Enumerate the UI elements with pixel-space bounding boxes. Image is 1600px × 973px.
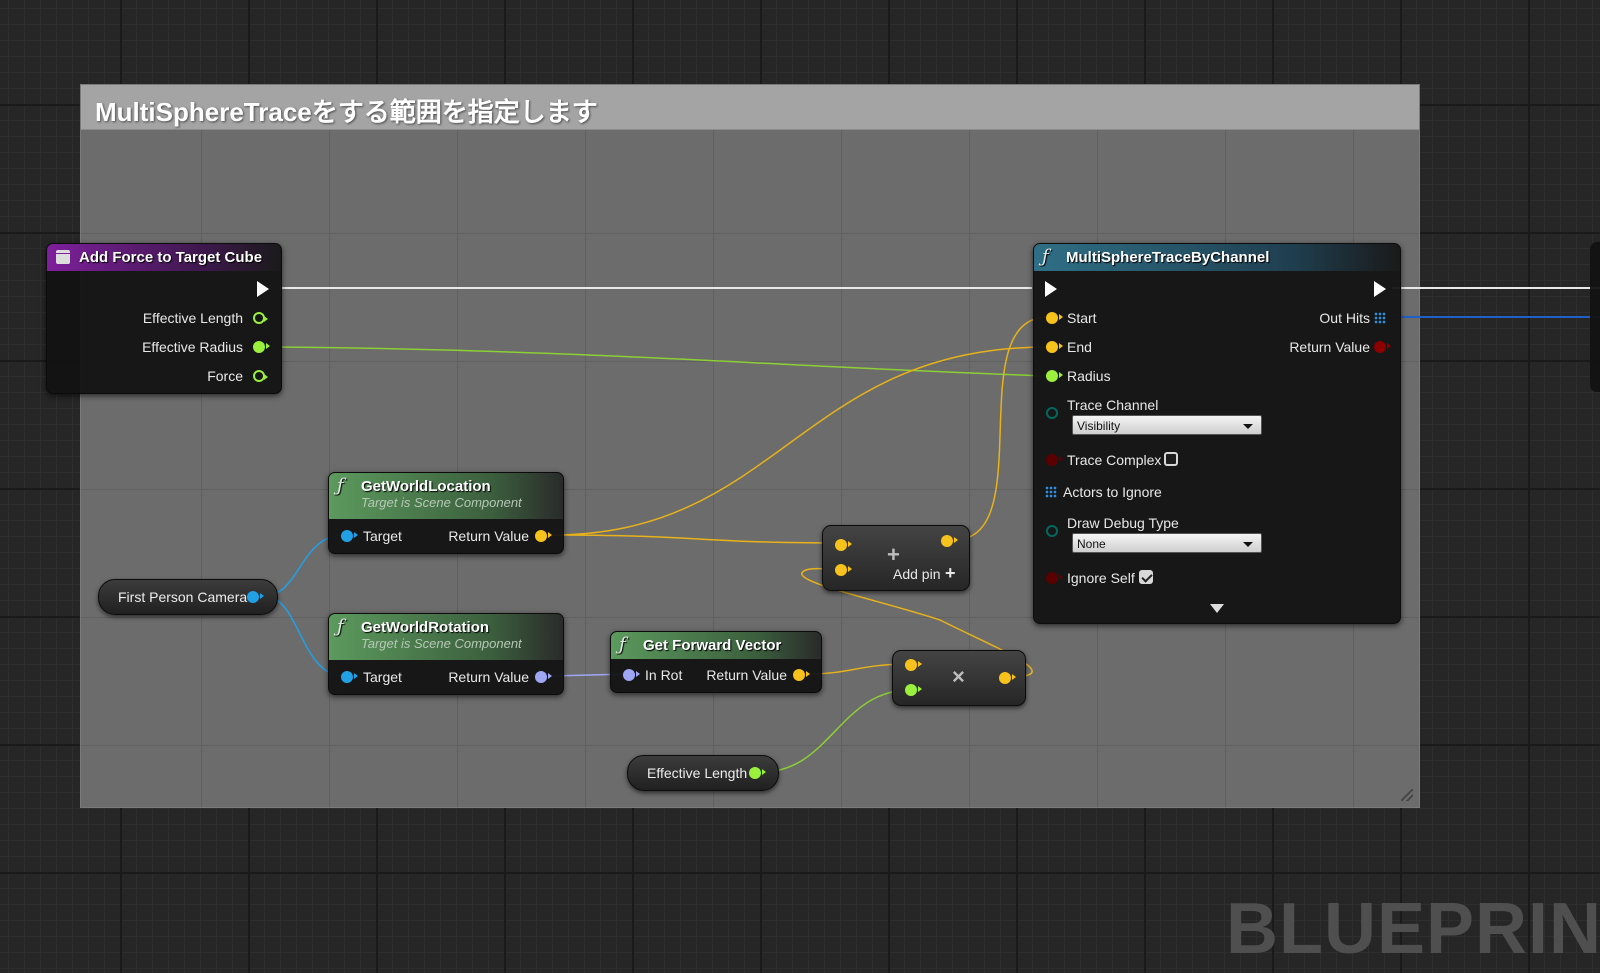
location-return-pin[interactable] xyxy=(535,530,552,542)
get-world-rotation-header[interactable]: ƒ GetWorldRotation Target is Scene Compo… xyxy=(329,614,563,660)
array-grid-icon[interactable] xyxy=(1374,312,1386,324)
function-icon: ƒ xyxy=(337,475,344,496)
comment-header[interactable]: MultiSphereTraceをする範囲を指定します xyxy=(81,85,1419,130)
get-world-rotation-subtitle: Target is Scene Component xyxy=(361,636,522,651)
operator-node-multiply[interactable]: × xyxy=(892,650,1026,706)
multiply-input-a-pin[interactable] xyxy=(905,659,922,671)
ignore-self-pin[interactable] xyxy=(1046,572,1063,584)
actors-to-ignore-array-icon[interactable] xyxy=(1045,486,1057,498)
location-return-label: Return Value xyxy=(448,528,529,544)
variable-node-effective-length[interactable]: Effective Length xyxy=(627,755,779,791)
exec-out-pin-icon[interactable] xyxy=(1374,281,1386,297)
draw-debug-type-pin[interactable] xyxy=(1046,525,1058,537)
trace-channel-label: Trace Channel xyxy=(1067,397,1159,413)
actors-to-ignore-label: Actors to Ignore xyxy=(1063,484,1162,500)
expand-arrow-icon[interactable] xyxy=(1210,604,1224,613)
camera-var-pin[interactable] xyxy=(247,591,264,603)
radius-label: Radius xyxy=(1067,368,1111,384)
add-symbol-icon: + xyxy=(887,542,900,567)
add-pin-plus-icon[interactable]: + xyxy=(945,562,956,584)
multiply-input-b-pin[interactable] xyxy=(905,684,922,696)
trace-channel-pin[interactable] xyxy=(1046,407,1058,419)
add-output-pin[interactable] xyxy=(941,535,958,547)
get-forward-vector-title: Get Forward Vector xyxy=(643,637,782,654)
draw-debug-type-label: Draw Debug Type xyxy=(1067,515,1179,531)
trace-node-header[interactable]: ƒ MultiSphereTraceByChannel xyxy=(1034,244,1400,271)
force-pin[interactable] xyxy=(253,370,268,382)
dropdown-caret-icon xyxy=(1243,424,1253,429)
out-hits-label: Out Hits xyxy=(1319,310,1370,326)
function-node-get-world-location[interactable]: ƒ GetWorldLocation Target is Scene Compo… xyxy=(328,472,564,554)
location-target-pin[interactable] xyxy=(341,530,358,542)
forward-return-pin[interactable] xyxy=(793,669,810,681)
dropdown-caret-icon xyxy=(1243,542,1253,547)
exec-in-pin-icon[interactable] xyxy=(1045,281,1057,297)
trace-complex-label: Trace Complex xyxy=(1067,452,1162,468)
return-value-bool-pin[interactable] xyxy=(1374,341,1391,353)
get-world-location-header[interactable]: ƒ GetWorldLocation Target is Scene Compo… xyxy=(329,473,563,519)
function-icon: ƒ xyxy=(1042,246,1049,267)
add-pin-label[interactable]: Add pin xyxy=(893,564,940,584)
trace-channel-dropdown[interactable]: Visibility xyxy=(1072,415,1262,435)
multiply-output-pin[interactable] xyxy=(999,672,1016,684)
event-icon xyxy=(56,250,70,264)
get-world-location-subtitle: Target is Scene Component xyxy=(361,495,522,510)
rotation-return-label: Return Value xyxy=(448,669,529,685)
event-node-header[interactable]: Add Force to Target Cube xyxy=(47,244,281,271)
add-input-a-pin[interactable] xyxy=(835,539,852,551)
camera-var-label: First Person Camera xyxy=(118,589,248,605)
effective-radius-pin[interactable] xyxy=(253,341,270,353)
comment-title: MultiSphereTraceをする範囲を指定します xyxy=(95,97,598,127)
get-forward-vector-header[interactable]: ƒ Get Forward Vector xyxy=(611,632,821,659)
ignore-self-checkbox-icon[interactable] xyxy=(1139,570,1153,584)
end-pin[interactable] xyxy=(1046,341,1063,353)
effective-length-pin[interactable] xyxy=(253,312,268,324)
function-icon: ƒ xyxy=(619,634,626,655)
event-node-title: Add Force to Target Cube xyxy=(79,249,263,266)
rotation-target-label: Target xyxy=(363,669,402,685)
rotation-target-pin[interactable] xyxy=(341,671,358,683)
end-label: End xyxy=(1067,339,1092,355)
trace-node-title: MultiSphereTraceByChannel xyxy=(1066,249,1270,266)
in-rot-label: In Rot xyxy=(645,667,683,683)
event-output-effective-radius: Effective Radius xyxy=(142,339,243,355)
event-output-effective-length: Effective Length xyxy=(142,310,243,326)
start-label: Start xyxy=(1067,310,1097,326)
resize-grip-icon[interactable] xyxy=(1401,789,1413,801)
trace-complex-pin[interactable] xyxy=(1046,454,1063,466)
multiply-symbol-icon: × xyxy=(952,664,965,689)
get-world-rotation-title: GetWorldRotation xyxy=(361,619,490,636)
blueprint-watermark: BLUEPRINT xyxy=(1226,889,1600,969)
trace-complex-checkbox-icon[interactable] xyxy=(1164,452,1178,466)
rotation-return-pin[interactable] xyxy=(535,671,552,683)
function-node-multi-sphere-trace[interactable]: ƒ MultiSphereTraceByChannel Start Out Hi… xyxy=(1033,243,1401,624)
event-output-force: Force xyxy=(207,368,243,384)
function-node-get-forward-vector[interactable]: ƒ Get Forward Vector In Rot Return Value xyxy=(610,631,822,693)
offscreen-node[interactable] xyxy=(1590,242,1600,392)
variable-node-first-person-camera[interactable]: First Person Camera xyxy=(98,579,278,615)
operator-node-add[interactable]: + Add pin + xyxy=(822,525,970,591)
length-var-label: Effective Length xyxy=(647,765,748,781)
add-input-b-pin[interactable] xyxy=(835,564,852,576)
length-var-pin[interactable] xyxy=(749,767,766,779)
start-pin[interactable] xyxy=(1046,312,1063,324)
forward-return-label: Return Value xyxy=(706,667,787,683)
event-node-add-force[interactable]: Add Force to Target Cube Effective Lengt… xyxy=(46,243,282,394)
radius-pin[interactable] xyxy=(1046,370,1063,382)
get-world-location-title: GetWorldLocation xyxy=(361,478,491,495)
draw-debug-type-dropdown[interactable]: None xyxy=(1072,533,1262,553)
location-target-label: Target xyxy=(363,528,402,544)
return-value-label: Return Value xyxy=(1289,339,1370,355)
function-icon: ƒ xyxy=(337,616,344,637)
ignore-self-label: Ignore Self xyxy=(1067,570,1135,586)
exec-pin-icon[interactable] xyxy=(257,281,269,297)
function-node-get-world-rotation[interactable]: ƒ GetWorldRotation Target is Scene Compo… xyxy=(328,613,564,695)
in-rot-pin[interactable] xyxy=(623,669,640,681)
